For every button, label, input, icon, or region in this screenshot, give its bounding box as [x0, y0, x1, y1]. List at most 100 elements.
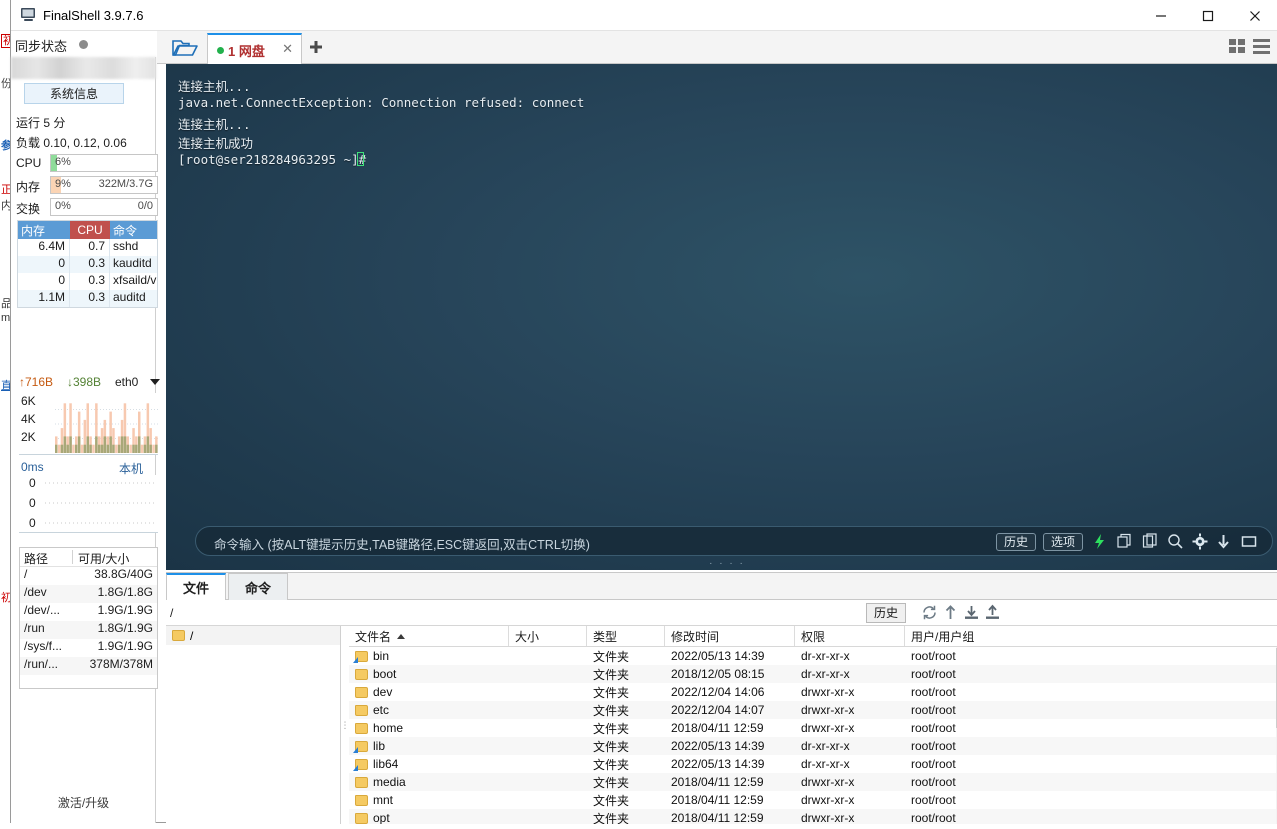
path-history-button[interactable]: 历史	[866, 603, 907, 623]
download-icon[interactable]	[1216, 533, 1233, 551]
column-path[interactable]: 路径	[20, 548, 72, 566]
file-name: mnt	[373, 793, 394, 807]
parent-dir-icon[interactable]	[942, 604, 960, 622]
cpu-meter: 6%	[50, 154, 158, 172]
process-table: 内存 CPU 命令 6.4M 0.7 sshd 0 0.3 kauditd 0 0.3 xfsa…	[17, 220, 158, 308]
ping-latency-chart: 0 0 0	[19, 475, 158, 533]
paste-icon[interactable]	[1142, 533, 1159, 551]
disk-row[interactable]: /run/... 378M/378M	[20, 657, 157, 675]
tab-files[interactable]: 文件	[166, 573, 227, 600]
terminal-output[interactable]: 连接主机... java.net.ConnectException: Conne…	[166, 64, 1277, 570]
column-type[interactable]: 类型	[587, 626, 665, 646]
column-owner[interactable]: 用户/用户组	[905, 626, 1277, 646]
refresh-icon[interactable]	[921, 604, 939, 622]
file-row[interactable]: mnt 文件夹 2018/04/11 12:59 drwxr-xr-x root/roo…	[349, 791, 1277, 809]
swap-detail: 0/0	[137, 200, 153, 212]
panel-drag-handle[interactable]: · · · ·	[166, 558, 1277, 569]
file-permissions: dr-xr-xr-x	[801, 757, 850, 771]
disk-size: 378M/378M	[89, 657, 153, 671]
process-row[interactable]: 0 0.3 kauditd	[18, 256, 157, 273]
column-filename[interactable]: 文件名	[349, 626, 509, 646]
minimize-button[interactable]	[1138, 0, 1184, 31]
disk-row[interactable]: /sys/f... 1.9G/1.9G	[20, 639, 157, 657]
gear-icon[interactable]	[1192, 533, 1209, 551]
file-mtime: 2022/05/13 14:39	[671, 739, 765, 753]
system-info-button[interactable]: 系统信息	[24, 83, 124, 104]
sync-status-bar[interactable]: 同步状态	[11, 31, 156, 57]
upload-file-icon[interactable]	[984, 604, 1002, 622]
search-icon[interactable]	[1167, 533, 1184, 551]
disk-row[interactable]: /dev/... 1.9G/1.9G	[20, 603, 157, 621]
file-permissions: dr-xr-xr-x	[801, 667, 850, 681]
file-row[interactable]: media 文件夹 2018/04/11 12:59 drwxr-xr-x root/r…	[349, 773, 1277, 791]
column-memory[interactable]: 内存	[18, 221, 70, 239]
process-row[interactable]: 6.4M 0.7 sshd	[18, 239, 157, 256]
app-logo-icon	[20, 7, 37, 23]
file-owner: root/root	[911, 703, 956, 717]
disk-path: /dev	[24, 585, 47, 599]
maximize-button[interactable]	[1185, 0, 1231, 31]
file-row[interactable]: lib64 文件夹 2022/05/13 14:39 dr-xr-xr-x root/r…	[349, 755, 1277, 773]
file-name-cell: opt	[349, 811, 509, 824]
disk-row[interactable]: /run 1.8G/1.9G	[20, 621, 157, 639]
activate-upgrade-link[interactable]: 激活/升级	[11, 794, 156, 811]
load-average-label: 负载 0.10, 0.12, 0.06	[16, 136, 127, 150]
file-mtime: 2022/12/04 14:07	[671, 703, 765, 717]
panel-splitter[interactable]: ⋮	[341, 626, 350, 824]
network-download: ↓398B	[67, 375, 102, 389]
file-row[interactable]: dev 文件夹 2022/12/04 14:06 drwxr-xr-x root/roo…	[349, 683, 1277, 701]
command-input-bar[interactable]: 命令输入 (按ALT键提示历史,TAB键路径,ESC键返回,双击CTRL切换) …	[195, 526, 1273, 556]
options-button[interactable]: 选项	[1042, 533, 1083, 551]
file-list[interactable]: 文件名 大小 类型 修改时间 权限 用户/用户组 bin 文件夹 2022/05/1…	[349, 626, 1277, 824]
file-mtime: 2018/04/11 12:59	[671, 793, 764, 807]
column-permissions[interactable]: 权限	[795, 626, 905, 646]
network-stats-header[interactable]: ↑716B ↓398B eth0	[19, 375, 160, 391]
directory-tree[interactable]: /	[166, 626, 341, 824]
add-tab-button[interactable]	[309, 38, 323, 59]
file-row[interactable]: lib 文件夹 2022/05/13 14:39 dr-xr-xr-x root/roo…	[349, 737, 1277, 755]
disk-row[interactable]: / 38.8G/40G	[20, 567, 157, 585]
tree-item-label: /	[190, 628, 194, 643]
grid-layout-icon[interactable]	[1229, 39, 1246, 57]
column-command[interactable]: 命令	[110, 221, 157, 239]
open-folder-icon[interactable]	[171, 37, 199, 58]
sync-status-indicator	[79, 40, 88, 49]
file-row[interactable]: boot 文件夹 2018/12/05 08:15 dr-xr-xr-x root/ro…	[349, 665, 1277, 683]
file-row[interactable]: opt 文件夹 2018/04/11 12:59 drwxr-xr-x root/roo…	[349, 809, 1277, 824]
file-owner: root/root	[911, 757, 956, 771]
file-owner: root/root	[911, 811, 956, 824]
net-ytick-4k: 4K	[21, 412, 36, 426]
connection-status-dot	[217, 47, 224, 54]
close-button[interactable]	[1232, 0, 1277, 31]
file-type: 文件夹	[593, 667, 630, 682]
download-file-icon[interactable]	[963, 604, 981, 622]
tree-item-root[interactable]: /	[166, 626, 340, 645]
column-available-size[interactable]: 可用/大小	[73, 548, 157, 566]
ping-ytick-0b: 0	[29, 496, 36, 510]
disk-row[interactable]: /dev 1.8G/1.8G	[20, 585, 157, 603]
column-cpu[interactable]: CPU	[70, 221, 110, 239]
process-row[interactable]: 0 0.3 xfsaild/v	[18, 273, 157, 290]
process-memory: 1.1M	[18, 290, 70, 307]
tab-commands[interactable]: 命令	[228, 573, 289, 600]
copy-icon[interactable]	[1117, 533, 1134, 551]
process-row[interactable]: 1.1M 0.3 auditd	[18, 290, 157, 307]
file-row[interactable]: home 文件夹 2018/04/11 12:59 drwxr-xr-x root/ro…	[349, 719, 1277, 737]
history-button[interactable]: 历史	[995, 533, 1036, 551]
list-layout-icon[interactable]	[1253, 39, 1270, 57]
file-name-cell: lib	[349, 739, 509, 753]
column-mtime[interactable]: 修改时间	[665, 626, 795, 646]
column-size[interactable]: 大小	[509, 626, 587, 646]
close-icon[interactable]: ✕	[282, 41, 293, 57]
chevron-down-icon[interactable]	[150, 379, 160, 385]
tab-1-netdisk[interactable]: 1 网盘 ✕	[207, 33, 302, 64]
file-row[interactable]: bin 文件夹 2022/05/13 14:39 dr-xr-xr-x root/roo…	[349, 647, 1277, 665]
file-permissions: drwxr-xr-x	[801, 793, 855, 807]
ping-ytick-0a: 0	[29, 476, 36, 490]
path-input[interactable]	[170, 604, 850, 622]
lightning-icon[interactable]	[1092, 533, 1109, 551]
ping-latency-label: 0ms	[21, 460, 44, 474]
file-row[interactable]: etc 文件夹 2022/12/04 14:07 drwxr-xr-x root/roo…	[349, 701, 1277, 719]
file-mtime: 2018/12/05 08:15	[671, 667, 765, 681]
window-icon[interactable]	[1241, 533, 1258, 551]
